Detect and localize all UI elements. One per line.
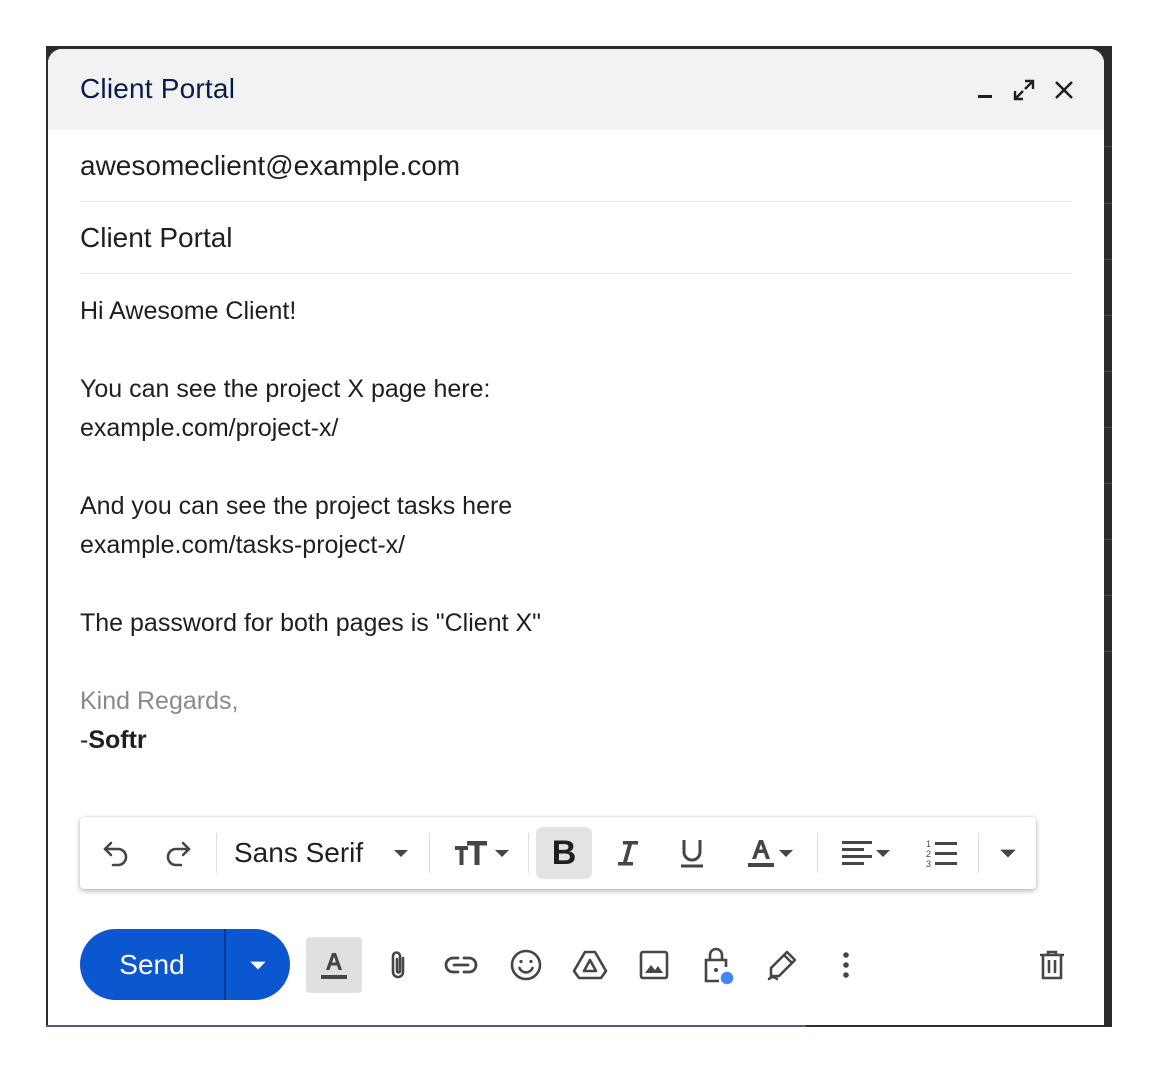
signature-greeting: Kind Regards, xyxy=(80,687,239,715)
drive-icon xyxy=(572,950,608,980)
message-body[interactable]: Hi Awesome Client! You can see the proje… xyxy=(80,292,1072,760)
close-icon xyxy=(1055,81,1073,99)
chevron-down-icon xyxy=(250,961,266,969)
body-line: And you can see the project tasks here xyxy=(80,492,513,520)
send-button-group: Send xyxy=(80,929,290,1000)
link-icon xyxy=(444,956,478,974)
body-line xyxy=(80,448,1072,487)
subject-value: Client Portal xyxy=(80,222,233,253)
emoji-button[interactable] xyxy=(498,937,554,993)
minimize-icon xyxy=(978,95,992,98)
to-value: awesomeclient@example.com xyxy=(80,150,461,181)
attach-button[interactable] xyxy=(370,937,426,993)
text-color-icon xyxy=(748,840,774,867)
close-button[interactable] xyxy=(1049,75,1079,105)
numbered-list-button[interactable]: 123 xyxy=(916,827,968,879)
schedule-send-button[interactable] xyxy=(226,929,290,1000)
chevron-down-icon xyxy=(495,850,509,857)
discard-draft-button[interactable] xyxy=(1024,937,1080,993)
text-color-button[interactable] xyxy=(732,827,808,879)
chevron-down-icon xyxy=(394,850,408,857)
send-label: Send xyxy=(119,948,185,980)
bold-icon: B xyxy=(551,833,577,872)
chevron-down-icon xyxy=(1000,849,1016,858)
redo-button[interactable] xyxy=(152,827,204,879)
body-line: Hi Awesome Client! xyxy=(80,297,297,325)
italic-icon xyxy=(618,841,638,866)
formatting-options-icon xyxy=(321,953,347,979)
formatting-options-button[interactable] xyxy=(306,937,362,993)
font-size-button[interactable] xyxy=(442,827,522,879)
underline-button[interactable] xyxy=(664,827,720,879)
confidential-mode-button[interactable] xyxy=(690,937,746,993)
underline-icon xyxy=(681,840,703,868)
drive-button[interactable] xyxy=(562,937,618,993)
subject-field[interactable]: Client Portal xyxy=(80,202,1072,274)
svg-text:3: 3 xyxy=(926,859,931,869)
to-field[interactable]: awesomeclient@example.com xyxy=(80,130,1072,202)
font-family-select[interactable]: Sans Serif xyxy=(228,827,418,879)
bold-button[interactable]: B xyxy=(536,827,592,879)
more-options-icon xyxy=(843,952,849,978)
discard-icon xyxy=(1040,950,1064,980)
body-line xyxy=(80,331,1072,370)
signature-name-line: -Softr xyxy=(80,721,1072,760)
chevron-down-icon xyxy=(779,850,793,857)
image-icon xyxy=(639,950,669,980)
body-line: You can see the project X page here: xyxy=(80,375,491,403)
signature-icon xyxy=(767,950,797,981)
compose-window: Client Portal awesomeclient@example.com … xyxy=(48,49,1104,1025)
font-family-value: Sans Serif xyxy=(234,837,364,868)
confidential-mode-icon xyxy=(704,947,735,986)
insert-link-button[interactable] xyxy=(433,937,489,993)
body-line-empty xyxy=(80,643,1072,682)
undo-button[interactable] xyxy=(90,827,142,879)
redo-icon xyxy=(166,841,191,867)
formatting-toolbar: Sans Serif B 1 2 3 xyxy=(80,817,1036,889)
compose-title: Client Portal xyxy=(80,73,236,104)
chevron-down-icon xyxy=(876,850,890,857)
italic-button[interactable] xyxy=(600,827,656,879)
body-line: example.com/project-x/ xyxy=(80,414,339,442)
align-icon xyxy=(842,841,872,865)
numbered-list-icon: 123 xyxy=(926,839,957,869)
align-button[interactable] xyxy=(828,827,904,879)
font-size-icon xyxy=(455,841,487,865)
attach-icon xyxy=(391,951,405,979)
body-line: The password for both pages is "Client X… xyxy=(80,609,542,637)
expand-icon xyxy=(1013,79,1035,101)
fullscreen-button[interactable] xyxy=(1009,75,1039,105)
emoji-icon xyxy=(510,949,542,981)
more-formatting-button[interactable] xyxy=(986,827,1030,879)
body-line: example.com/tasks-project-x/ xyxy=(80,531,406,559)
body-line xyxy=(80,565,1072,604)
send-button[interactable]: Send xyxy=(80,929,224,1000)
compose-titlebar[interactable]: Client Portal xyxy=(48,49,1104,130)
insert-photo-button[interactable] xyxy=(626,937,682,993)
signature-name: Softr xyxy=(88,726,147,754)
minimize-button[interactable] xyxy=(970,75,1000,105)
more-options-button[interactable] xyxy=(818,937,874,993)
svg-text:1: 1 xyxy=(926,839,931,849)
svg-text:2: 2 xyxy=(926,849,931,859)
undo-icon xyxy=(103,841,128,867)
signature-button[interactable] xyxy=(754,937,810,993)
